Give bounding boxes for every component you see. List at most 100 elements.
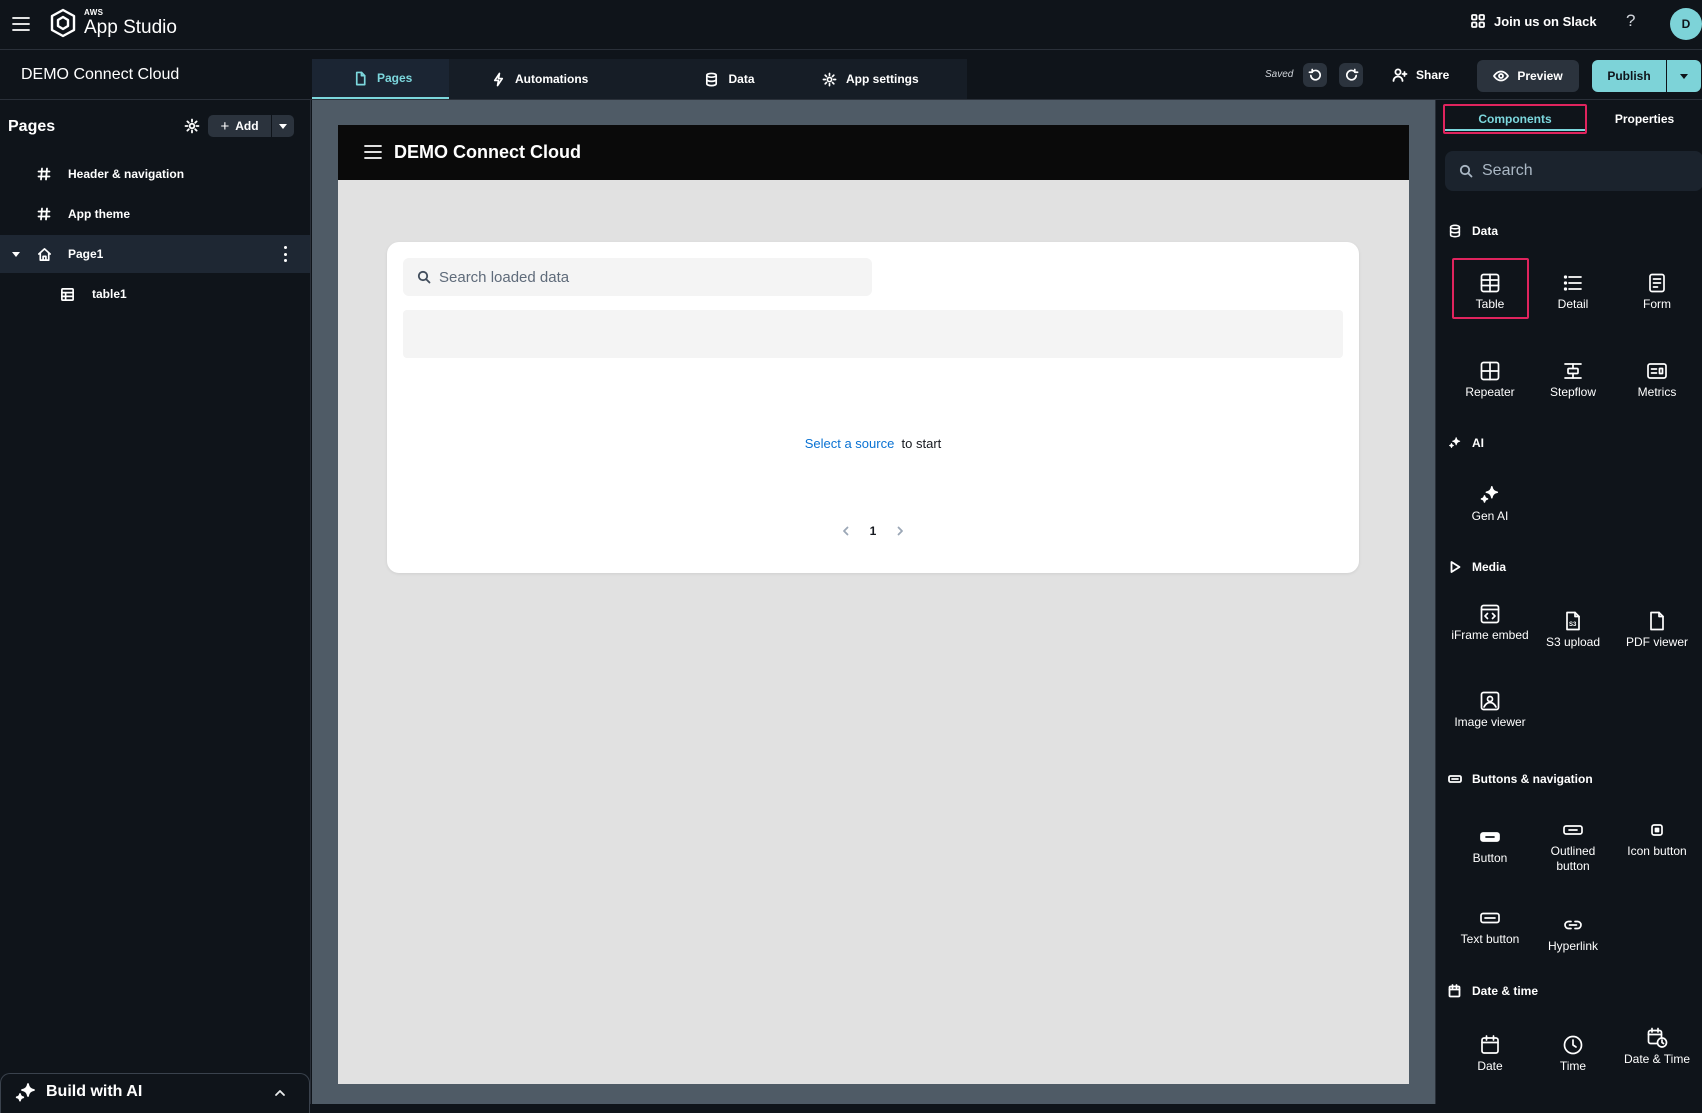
component-time[interactable]: Time bbox=[1534, 1034, 1612, 1074]
page-number[interactable]: 1 bbox=[870, 524, 877, 538]
caret-down-icon bbox=[1680, 73, 1688, 79]
component-date[interactable]: Date bbox=[1451, 1034, 1529, 1074]
preview-button[interactable]: Preview bbox=[1477, 60, 1579, 92]
outlined-button-icon bbox=[1562, 819, 1584, 841]
redo-button[interactable] bbox=[1339, 63, 1363, 87]
build-with-ai-panel[interactable]: Build with AI bbox=[0, 1073, 310, 1113]
component-search[interactable] bbox=[1445, 151, 1702, 191]
component-gen-ai[interactable]: Gen AI bbox=[1451, 484, 1529, 524]
more-options-icon[interactable] bbox=[284, 246, 288, 262]
app-studio-logo[interactable]: AWS App Studio bbox=[48, 7, 177, 39]
editor-tabs: Pages Automations Data App settings bbox=[312, 59, 967, 99]
user-avatar[interactable]: D bbox=[1670, 8, 1702, 40]
tab-properties[interactable]: Properties bbox=[1586, 104, 1702, 134]
component-date-time[interactable]: Date & Time bbox=[1618, 1027, 1696, 1067]
table-search[interactable] bbox=[403, 258, 872, 296]
section-data-title: Data bbox=[1472, 224, 1499, 238]
eye-icon bbox=[1493, 68, 1510, 84]
app-header: DEMO Connect Cloud bbox=[338, 125, 1409, 180]
tab-app-settings[interactable]: App settings bbox=[792, 59, 967, 99]
component-hyperlink[interactable]: Hyperlink bbox=[1534, 914, 1612, 954]
image-icon bbox=[1479, 690, 1501, 712]
chevron-right-icon[interactable] bbox=[894, 525, 906, 537]
component-label: Repeater bbox=[1465, 385, 1515, 399]
tab-app-settings-label: App settings bbox=[846, 72, 919, 86]
component-metrics[interactable]: Metrics bbox=[1618, 360, 1696, 400]
build-with-ai-label: Build with AI bbox=[46, 1083, 143, 1100]
search-icon bbox=[1459, 164, 1473, 178]
menu-icon[interactable] bbox=[363, 142, 383, 162]
component-label: Time bbox=[1559, 1059, 1587, 1073]
component-label: Table bbox=[1475, 297, 1505, 311]
component-outlined-button[interactable]: Outlined button bbox=[1534, 819, 1612, 874]
plus-icon: + bbox=[220, 117, 230, 135]
calendar-clock-icon bbox=[1448, 984, 1462, 998]
join-slack-link[interactable]: Join us on Slack bbox=[1470, 13, 1597, 29]
link-icon bbox=[1562, 914, 1584, 936]
pages-title: Pages bbox=[8, 118, 56, 135]
component-iframe-embed[interactable]: iFrame embed bbox=[1451, 603, 1529, 643]
pages-settings-icon[interactable] bbox=[183, 117, 200, 134]
sidebar-item-page1[interactable]: Page1 bbox=[0, 235, 310, 273]
add-label: Add bbox=[235, 119, 259, 133]
button-icon bbox=[1448, 772, 1462, 786]
pagination: 1 bbox=[387, 524, 1359, 538]
table-component[interactable]: Select a source to start 1 bbox=[387, 242, 1359, 573]
lightning-icon bbox=[491, 72, 506, 87]
table-icon bbox=[1479, 272, 1501, 294]
component-detail[interactable]: Detail bbox=[1534, 272, 1612, 312]
menu-icon[interactable] bbox=[10, 13, 32, 35]
component-stepflow[interactable]: Stepflow bbox=[1534, 360, 1612, 400]
table-search-input[interactable] bbox=[439, 258, 859, 296]
undo-button[interactable] bbox=[1303, 63, 1327, 87]
tab-automations[interactable]: Automations bbox=[449, 59, 667, 99]
component-s3-upload[interactable]: S3 S3 upload bbox=[1534, 610, 1612, 650]
section-buttons-navigation: Buttons & navigation bbox=[1448, 772, 1593, 786]
publish-dropdown-button[interactable] bbox=[1667, 60, 1701, 92]
component-search-input[interactable] bbox=[1482, 151, 1692, 191]
share-button[interactable]: Share bbox=[1392, 67, 1449, 83]
section-ai: AI bbox=[1448, 436, 1484, 450]
expand-caret-icon[interactable] bbox=[12, 251, 20, 257]
component-table[interactable]: Table bbox=[1451, 272, 1529, 312]
metrics-icon bbox=[1646, 360, 1668, 382]
chevron-left-icon[interactable] bbox=[840, 525, 852, 537]
component-label: Date bbox=[1477, 1059, 1503, 1073]
add-page-button[interactable]: + Add bbox=[208, 115, 271, 137]
component-label: iFrame embed bbox=[1451, 628, 1529, 642]
button-icon bbox=[1479, 826, 1501, 848]
component-label: Gen AI bbox=[1471, 509, 1509, 523]
component-label: Form bbox=[1643, 297, 1671, 311]
component-pdf-viewer[interactable]: PDF viewer bbox=[1618, 610, 1696, 650]
component-repeater[interactable]: Repeater bbox=[1451, 360, 1529, 400]
component-button[interactable]: Button bbox=[1451, 826, 1529, 866]
component-image-viewer[interactable]: Image viewer bbox=[1451, 690, 1529, 730]
sidebar-item-table1[interactable]: table1 bbox=[0, 275, 310, 313]
add-dropdown-button[interactable] bbox=[272, 115, 294, 137]
file-icon bbox=[1646, 610, 1668, 632]
sidebar-item-app-theme[interactable]: App theme bbox=[0, 195, 310, 233]
help-button[interactable]: ? bbox=[1626, 11, 1635, 31]
tab-automations-label: Automations bbox=[515, 72, 589, 86]
sidebar-item-header-navigation[interactable]: Header & navigation bbox=[0, 155, 310, 193]
play-icon bbox=[1448, 560, 1462, 574]
tab-data-label: Data bbox=[728, 72, 755, 86]
component-text-button[interactable]: Text button bbox=[1451, 907, 1529, 947]
tab-data[interactable]: Data bbox=[667, 59, 792, 99]
saved-status: Saved bbox=[1265, 69, 1294, 80]
caret-down-icon bbox=[279, 123, 287, 129]
tab-components[interactable]: Components bbox=[1443, 104, 1587, 134]
component-form[interactable]: Form bbox=[1618, 272, 1696, 312]
app-name: DEMO Connect Cloud bbox=[21, 66, 180, 83]
component-label: Detail bbox=[1557, 297, 1589, 311]
component-icon-button[interactable]: Icon button bbox=[1618, 819, 1696, 859]
select-source-link[interactable]: Select a source bbox=[805, 436, 895, 451]
sidebar-item-label: App theme bbox=[68, 207, 131, 221]
section-media-title: Media bbox=[1472, 560, 1507, 574]
tab-pages[interactable]: Pages bbox=[312, 59, 449, 99]
publish-button[interactable]: Publish bbox=[1592, 60, 1666, 92]
component-label: Date & Time bbox=[1623, 1052, 1691, 1066]
list-icon bbox=[1562, 272, 1584, 294]
app-header-title: DEMO Connect Cloud bbox=[394, 142, 581, 162]
share-label: Share bbox=[1416, 68, 1450, 82]
